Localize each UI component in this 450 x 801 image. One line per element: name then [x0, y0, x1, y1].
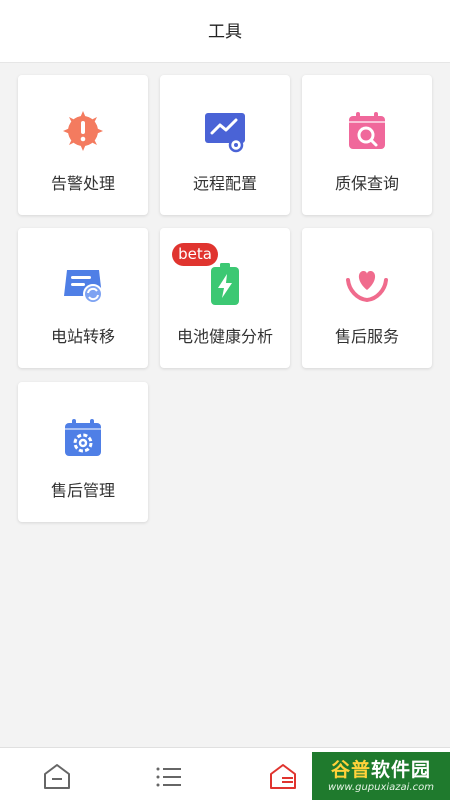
- tool-label: 电站转移: [50, 327, 115, 346]
- tool-label: 告警处理: [50, 174, 115, 193]
- tools-icon[interactable]: [268, 762, 298, 792]
- remote-config-icon: [205, 113, 245, 153]
- battery-icon: [211, 263, 239, 305]
- site-watermark: 谷普软件园 www.gupuxiazai.com: [312, 752, 450, 800]
- tool-card-warranty-query[interactable]: 质保查询: [302, 75, 432, 215]
- tool-label: 售后服务: [334, 327, 399, 346]
- warranty-query-icon: [349, 112, 385, 149]
- home-icon[interactable]: [42, 762, 72, 792]
- tool-label: 售后管理: [50, 481, 115, 500]
- tools-grid: 告警处理 远程配置 质保查询 电站转移 beta 电池健康分析 售后服务 售后管…: [0, 0, 450, 800]
- tool-card-station-transfer[interactable]: 电站转移: [18, 228, 148, 368]
- list-icon[interactable]: [154, 762, 184, 792]
- after-sales-service-icon: [346, 270, 388, 303]
- tool-label: 电池健康分析: [176, 327, 273, 346]
- tool-card-alarm[interactable]: 告警处理: [18, 75, 148, 215]
- tool-label: 质保查询: [334, 174, 399, 193]
- station-transfer-icon: [64, 270, 103, 304]
- tool-card-after-sales-service[interactable]: 售后服务: [302, 228, 432, 368]
- tool-card-after-sales-manage[interactable]: 售后管理: [18, 382, 148, 522]
- beta-badge: beta: [172, 243, 218, 266]
- after-sales-manage-icon: [65, 419, 101, 456]
- tool-card-remote-config[interactable]: 远程配置: [160, 75, 290, 215]
- tool-card-battery-health[interactable]: beta 电池健康分析: [160, 228, 290, 368]
- tool-label: 远程配置: [192, 174, 257, 193]
- alarm-icon: [63, 111, 103, 151]
- watermark-title: 谷普软件园: [330, 759, 432, 781]
- watermark-url: www.gupuxiazai.com: [328, 782, 434, 793]
